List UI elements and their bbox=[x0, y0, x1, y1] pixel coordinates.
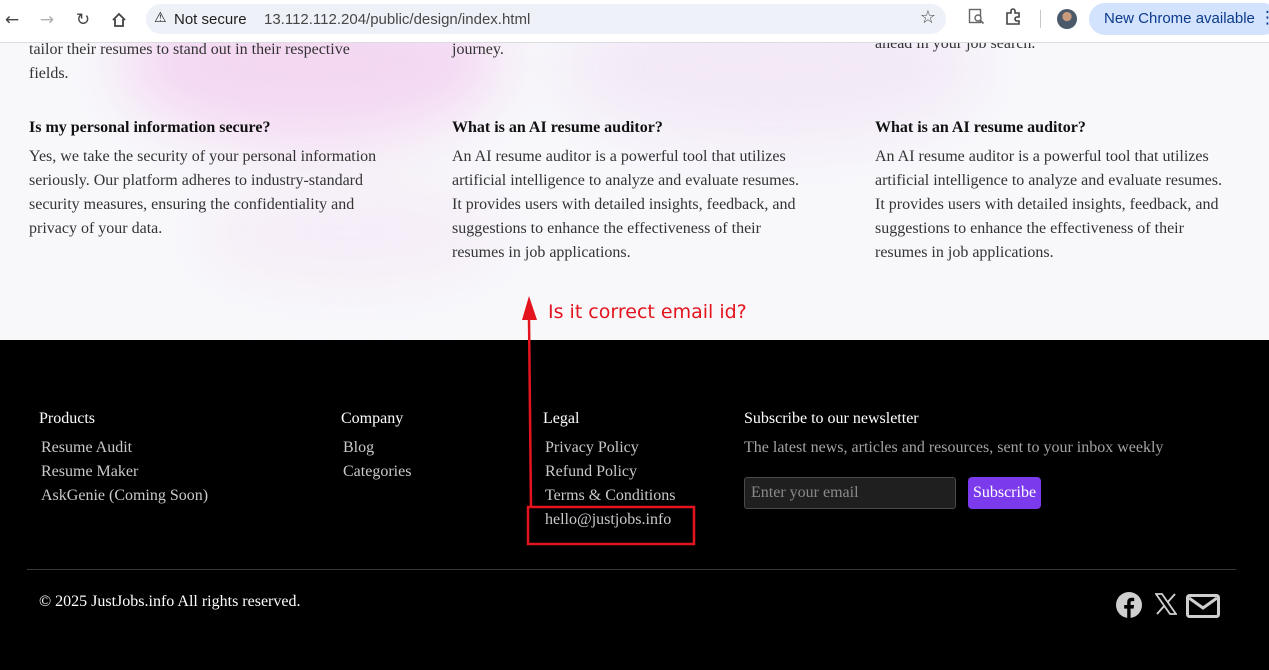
annotation-note: Is it correct email id? bbox=[548, 301, 747, 323]
faq-question: What is an AI resume auditor? bbox=[875, 119, 1086, 136]
reload-icon[interactable]: ↻ bbox=[71, 9, 95, 31]
footer-link-askgenie[interactable]: AskGenie (Coming Soon) bbox=[41, 487, 208, 505]
home-icon[interactable] bbox=[107, 9, 131, 31]
warning-icon: ⚠ bbox=[154, 10, 167, 26]
page-search-icon[interactable] bbox=[968, 8, 985, 30]
site-footer: Products Resume Audit Resume Maker AskGe… bbox=[0, 340, 1269, 670]
faq-answer: An AI resume auditor is a powerful tool … bbox=[875, 148, 1222, 261]
faq-answer-fragment: tailor their resumes to stand out in the… bbox=[29, 43, 350, 82]
footer-link-refund-policy[interactable]: Refund Policy bbox=[545, 463, 637, 481]
profile-avatar[interactable] bbox=[1057, 9, 1077, 29]
footer-link-categories[interactable]: Categories bbox=[343, 463, 411, 481]
footer-link-contact-email[interactable]: hello@justjobs.info bbox=[545, 511, 671, 529]
forward-arrow-icon[interactable]: → bbox=[35, 9, 59, 31]
not-secure-label[interactable]: Not secure bbox=[174, 11, 247, 28]
newsletter-email-input[interactable] bbox=[744, 477, 956, 509]
newsletter-heading: Subscribe to our newsletter bbox=[744, 410, 919, 427]
url-text[interactable]: 13.112.112.204/public/design/index.html bbox=[264, 11, 530, 28]
back-arrow-icon[interactable]: ← bbox=[0, 9, 24, 31]
footer-divider bbox=[27, 569, 1236, 570]
faq-question: What is an AI resume auditor? bbox=[452, 119, 663, 136]
toolbar-separator bbox=[1040, 10, 1041, 28]
x-icon[interactable] bbox=[1155, 593, 1177, 615]
browser-toolbar: ← → ↻ ⚠ Not secure 13.112.112.204/public… bbox=[0, 0, 1269, 43]
update-chrome-button[interactable]: New Chrome available bbox=[1089, 3, 1269, 35]
footer-link-terms[interactable]: Terms & Conditions bbox=[545, 487, 675, 505]
faq-question: Is my personal information secure? bbox=[29, 119, 271, 136]
faq-answer-fragment: journey. bbox=[452, 43, 504, 58]
mail-icon[interactable] bbox=[1186, 594, 1220, 618]
address-bar[interactable]: ⚠ Not secure 13.112.112.204/public/desig… bbox=[146, 4, 946, 34]
footer-link-privacy-policy[interactable]: Privacy Policy bbox=[545, 439, 639, 457]
faq-answer: Yes, we take the security of your person… bbox=[29, 148, 377, 237]
faq-section: tailor their resumes to stand out in the… bbox=[0, 43, 1269, 340]
copyright-text: © 2025 JustJobs.info All rights reserved… bbox=[39, 593, 301, 610]
update-chrome-label: New Chrome available bbox=[1104, 10, 1255, 27]
bookmark-star-icon[interactable]: ☆ bbox=[920, 7, 936, 28]
faq-answer: An AI resume auditor is a powerful tool … bbox=[452, 148, 799, 261]
newsletter-description: The latest news, articles and resources,… bbox=[744, 439, 1164, 456]
facebook-icon[interactable] bbox=[1115, 591, 1143, 619]
faq-answer-fragment: ahead in your job search. bbox=[875, 43, 1036, 52]
footer-link-resume-maker[interactable]: Resume Maker bbox=[41, 463, 138, 481]
footer-products-heading: Products bbox=[39, 410, 95, 427]
subscribe-button[interactable]: Subscribe bbox=[968, 477, 1041, 509]
menu-kebab-icon[interactable]: ⋮ bbox=[1259, 8, 1269, 28]
footer-legal-heading: Legal bbox=[543, 410, 580, 427]
footer-link-blog[interactable]: Blog bbox=[343, 439, 374, 457]
footer-company-heading: Company bbox=[341, 410, 404, 427]
extensions-puzzle-icon[interactable] bbox=[1004, 8, 1022, 31]
footer-link-resume-audit[interactable]: Resume Audit bbox=[41, 439, 132, 457]
